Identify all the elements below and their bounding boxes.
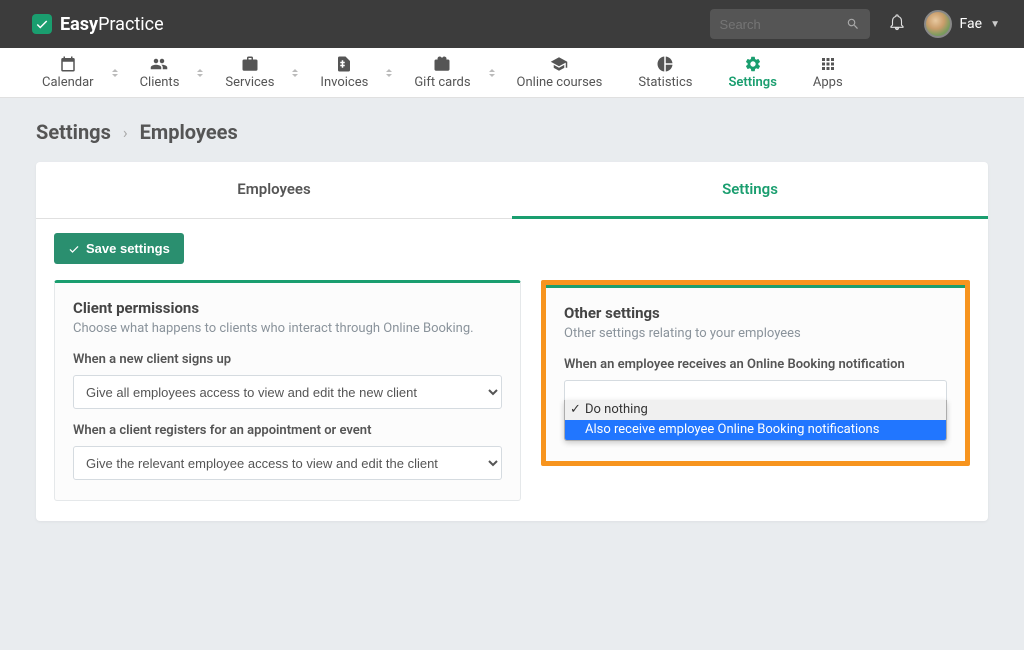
nav-calendar[interactable]: Calendar — [28, 48, 108, 98]
nav-giftcards[interactable]: Gift cards — [400, 48, 484, 98]
other-settings-card: Other settings Other settings relating t… — [546, 285, 965, 461]
notification-select[interactable]: Do nothing Also receive employee Online … — [564, 380, 947, 441]
new-client-select[interactable]: Give all employees access to view and ed… — [73, 375, 502, 409]
dropdown-option[interactable]: Also receive employee Online Booking not… — [565, 420, 946, 440]
tabs: Employees Settings — [36, 162, 988, 219]
navbar: Calendar Clients Services Invoices Gift … — [0, 48, 1024, 98]
user-name: Fae — [960, 16, 983, 32]
tab-employees[interactable]: Employees — [36, 162, 512, 218]
clients-icon — [150, 55, 168, 73]
chevron-right-icon: › — [123, 123, 128, 142]
card-title: Other settings — [564, 304, 947, 322]
dropdown-list: Do nothing Also receive employee Online … — [564, 400, 947, 441]
nav-statistics[interactable]: Statistics — [624, 48, 706, 98]
statistics-icon — [656, 55, 674, 73]
logo-badge-icon — [32, 14, 52, 34]
check-icon — [68, 243, 80, 255]
search-icon — [846, 17, 860, 31]
breadcrumb-current[interactable]: Employees — [140, 120, 238, 144]
search-input[interactable] — [720, 17, 846, 32]
client-registers-select[interactable]: Give the relevant employee access to vie… — [73, 446, 502, 480]
field-label: When a new client signs up — [73, 352, 502, 367]
card-desc: Other settings relating to your employee… — [564, 326, 947, 341]
breadcrumb: Settings › Employees — [0, 98, 1024, 162]
user-menu[interactable]: Fae ▼ — [924, 10, 1000, 38]
other-settings-wrap: Other settings Other settings relating t… — [541, 280, 970, 466]
breadcrumb-root[interactable]: Settings — [36, 120, 111, 144]
chevron-down-icon: ▼ — [990, 19, 1000, 30]
dropdown-option[interactable]: Do nothing — [565, 400, 946, 420]
invoices-icon — [335, 55, 353, 73]
card-desc: Choose what happens to clients who inter… — [73, 321, 502, 336]
tab-settings[interactable]: Settings — [512, 162, 988, 219]
logo-text: EasyPractice — [60, 14, 164, 35]
nav-onlinecourses[interactable]: Online courses — [503, 48, 617, 98]
field-label: When a client registers for an appointme… — [73, 423, 502, 438]
apps-icon — [819, 55, 837, 73]
courses-icon — [550, 55, 568, 73]
nav-clients[interactable]: Clients — [126, 48, 194, 98]
card-title: Client permissions — [73, 299, 502, 317]
client-permissions-card: Client permissions Choose what happens t… — [54, 280, 521, 501]
highlight-border: Other settings Other settings relating t… — [541, 280, 970, 466]
giftcards-icon — [433, 55, 451, 73]
nav-services[interactable]: Services — [211, 48, 288, 98]
notifications-icon[interactable] — [888, 12, 906, 36]
nav-caret[interactable] — [197, 69, 203, 77]
main-panel: Employees Settings Save settings Client … — [36, 162, 988, 521]
save-button[interactable]: Save settings — [54, 233, 184, 264]
nav-caret[interactable] — [112, 69, 118, 77]
nav-invoices[interactable]: Invoices — [306, 48, 382, 98]
calendar-icon — [59, 55, 77, 73]
services-icon — [241, 55, 259, 73]
avatar — [924, 10, 952, 38]
nav-caret[interactable] — [386, 69, 392, 77]
field-label: When an employee receives an Online Book… — [564, 357, 947, 372]
nav-caret[interactable] — [292, 69, 298, 77]
topbar: EasyPractice Fae ▼ — [0, 0, 1024, 48]
nav-caret[interactable] — [489, 69, 495, 77]
nav-settings[interactable]: Settings — [715, 48, 791, 98]
settings-icon — [744, 55, 762, 73]
nav-apps[interactable]: Apps — [799, 48, 857, 98]
logo[interactable]: EasyPractice — [32, 14, 164, 35]
search-box[interactable] — [710, 9, 870, 39]
